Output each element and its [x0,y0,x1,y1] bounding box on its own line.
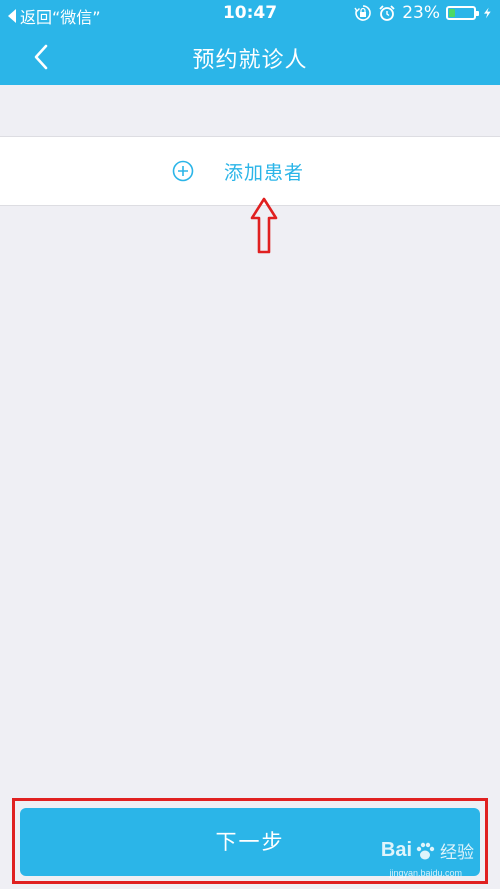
baidu-watermark: Bai 经验 [381,838,474,863]
paw-icon [416,842,435,859]
app-screen: 返回“微信” 10:47 23% 预约就诊人 添加患者 下一步 Bai 经验 j… [0,0,500,889]
status-indicators: 23% [354,3,494,23]
watermark-brand: Bai [380,839,412,861]
watermark-url: jingyan.baidu.com [389,868,462,878]
charging-icon [484,7,491,19]
battery-percentage: 23% [402,3,440,23]
alarm-icon [379,5,395,21]
status-bar: 返回“微信” 10:47 23% [0,0,500,28]
annotation-up-arrow-icon [250,197,278,254]
battery-level-fill [449,9,455,17]
lock-rotation-icon [354,5,372,21]
battery-icon [446,6,479,20]
nav-bar: 预约就诊人 [0,28,500,85]
add-patient-label: 添加患者 [224,162,305,184]
watermark-suffix: 经验 [440,843,474,862]
plus-circle-icon [172,160,194,182]
page-title: 预约就诊人 [192,48,308,73]
